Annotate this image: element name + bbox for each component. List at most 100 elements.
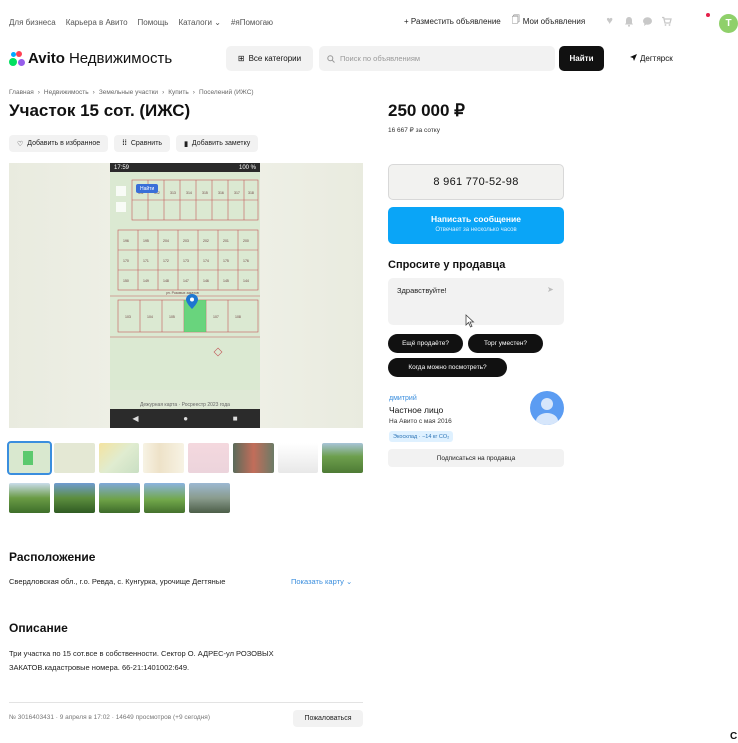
thumbnail[interactable] [53,443,95,473]
post-ad-link[interactable]: + Разместить объявление [404,17,501,26]
crumb-home[interactable]: Главная [9,89,34,96]
avito-dots-icon [9,50,25,67]
thumbnail[interactable] [54,483,95,513]
ask-seller-input[interactable]: Здравствуйте! ➤ [388,278,564,325]
quick-question-chip[interactable]: Торг уместен? [468,334,543,353]
mouse-cursor-icon [465,314,475,328]
reply-time-label: Отвечает за несколько часов [435,227,517,233]
location-label: Дегтярск [640,54,673,63]
thumbnail[interactable] [322,443,363,473]
page-title: Участок 15 сот. (ИЖС) [9,101,191,120]
add-to-favorites-button[interactable]: ♡ Добавить в избранное [9,135,109,152]
crumb-sep: › [37,89,40,96]
location-heading: Расположение [9,550,96,564]
brand-name: Avito [28,50,65,67]
search-input[interactable] [340,54,540,63]
svg-text:105: 105 [169,315,175,319]
thumbnail[interactable] [189,483,230,513]
link-catalogs[interactable]: Каталоги ⌄ [178,18,220,27]
report-button[interactable]: Пожаловаться [293,710,363,727]
thumbnail[interactable] [99,483,140,513]
link-career[interactable]: Карьера в Авито [66,18,128,27]
svg-text:103: 103 [125,315,131,319]
subscribe-button[interactable]: Подписаться на продавца [388,449,564,467]
favorites-label: Добавить в избранное [27,140,101,147]
svg-text:172: 172 [163,259,169,263]
document-icon: 🗍 [511,15,520,24]
seller-since: На Авито с мая 2016 [389,418,452,425]
all-categories-button[interactable]: ⊞ Все категории [226,46,313,71]
quick-question-chip[interactable]: Когда можно посмотреть? [388,358,507,377]
user-avatar[interactable]: T [719,14,738,33]
photo-gallery[interactable]: 17:59 100 % 311 312 313 314 315 316 317 … [9,163,363,428]
crumb-buy[interactable]: Купить [168,89,189,96]
status-battery: 100 % [238,164,256,171]
bell-icon[interactable] [623,16,634,27]
crumb-sep: › [162,89,165,96]
seller-type: Частное лицо [389,405,444,415]
link-ya-pomogayu[interactable]: #яПомогаю [231,18,273,27]
svg-text:170: 170 [123,259,129,263]
avito-logo[interactable]: Avito Недвижимость [9,50,172,67]
description-heading: Описание [9,621,68,635]
svg-text:176: 176 [243,259,249,263]
svg-text:175: 175 [223,259,229,263]
note-label: Добавить заметку [191,140,251,147]
thumbnail[interactable] [144,483,185,513]
compare-icon: ⁞⁞ [122,140,127,147]
location-selector[interactable]: Дегтярск [630,54,673,63]
cart-icon[interactable] [661,16,672,27]
my-ads-link[interactable]: 🗍 Мои объявления [512,14,585,28]
thumbnail[interactable] [7,441,52,475]
thumbnail[interactable] [98,443,140,473]
heart-icon[interactable]: ♥ [604,15,615,27]
person-icon [536,398,558,425]
thumbnail[interactable] [188,443,229,473]
cart-badge [706,13,710,17]
show-phone-button[interactable]: 8 961 770-52-98 [388,164,564,200]
seller-avatar[interactable] [530,391,564,425]
link-business[interactable]: Для бизнеса [9,18,56,27]
quick-question-chip[interactable]: Ещё продаёте? [388,334,463,353]
svg-text:145: 145 [223,279,229,283]
find-button[interactable]: Найти [559,46,604,71]
write-message-label: Написать сообщение [431,214,521,224]
crumb-realty[interactable]: Недвижимость [44,89,89,96]
section-name: Недвижимость [68,50,173,67]
thumbnail[interactable] [232,443,274,473]
svg-text:150: 150 [123,279,129,283]
write-message-button[interactable]: Написать сообщение Отвечает за несколько… [388,207,564,244]
thumbnail[interactable] [277,443,319,473]
seller-name-link[interactable]: дмитрий [389,395,417,402]
svg-text:317: 317 [234,191,240,195]
send-icon[interactable]: ➤ [547,285,554,294]
listing-actions: ♡ Добавить в избранное ⁞⁞ Сравнить ▮ Доб… [9,135,259,152]
show-map-link[interactable]: Показать карту ⌄ [291,577,352,586]
map-caption: Дежурная карта · Росреестр 2023 года [140,402,230,408]
note-icon: ▮ [184,140,188,148]
location-arrow-icon [630,54,637,63]
svg-text:196: 196 [123,239,129,243]
divider [9,702,363,703]
ask-seller-text: Здравствуйте! [397,286,447,295]
add-note-button[interactable]: ▮ Добавить заметку [176,135,259,152]
chat-icon[interactable] [642,16,653,27]
my-ads-label: Мои объявления [522,16,586,26]
svg-text:201: 201 [223,239,229,243]
map-search-button: Найти [136,184,159,193]
thumbnail[interactable] [9,483,50,513]
link-help[interactable]: Помощь [138,18,169,27]
svg-text:107: 107 [213,315,219,319]
phone-nav-bar: ◀ ● ■ [110,409,260,428]
crumb-land[interactable]: Земельные участки [99,89,158,96]
thumbnail[interactable] [143,443,184,473]
crumb-sep: › [192,89,195,96]
svg-text:195: 195 [143,239,149,243]
top-actions: + Разместить объявление 🗍 Мои объявления… [404,14,672,28]
grid-icon: ⊞ [237,54,245,63]
description-text: Три участка по 15 сот.все в собственност… [9,649,274,672]
compare-button[interactable]: ⁞⁞ Сравнить [114,135,171,152]
main-header: Avito Недвижимость ⊞ Все категории Найти… [0,44,738,76]
svg-text:202: 202 [203,239,209,243]
crumb-izhs[interactable]: Поселений (ИЖС) [199,89,254,96]
